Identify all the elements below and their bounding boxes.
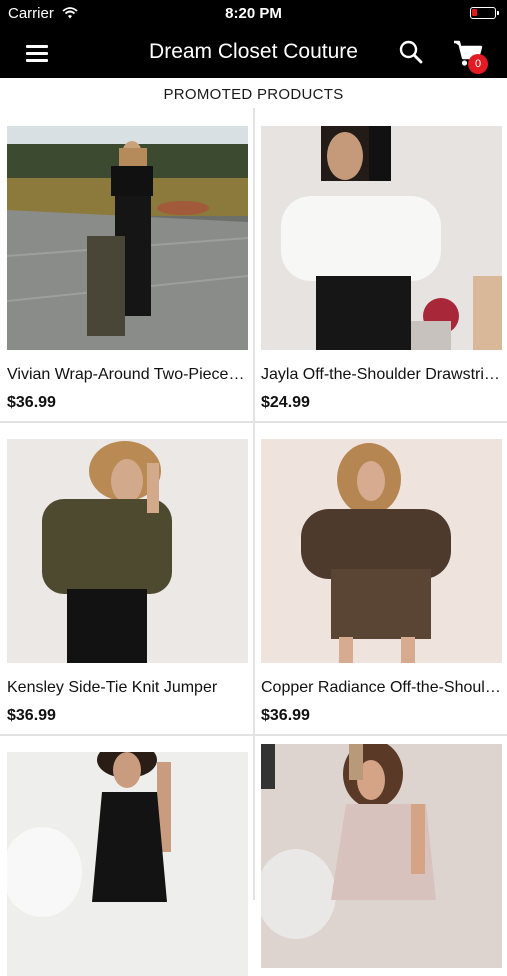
status-bar: Carrier 8:20 PM — [0, 0, 507, 28]
product-name: Copper Radiance Off-the-Shoulder Romper — [261, 679, 502, 696]
product-image — [7, 439, 248, 663]
grid-divider-vertical — [253, 108, 255, 900]
product-name: Vivian Wrap-Around Two-Piece Set — [7, 366, 248, 383]
product-image — [261, 744, 502, 968]
product-name: Jayla Off-the-Shoulder Drawstring Top — [261, 366, 502, 383]
search-button[interactable] — [397, 38, 425, 66]
product-image — [7, 752, 248, 976]
cart-count-badge: 0 — [468, 54, 488, 74]
product-price: $36.99 — [7, 394, 56, 411]
product-price: $36.99 — [7, 707, 56, 724]
app-header: Dream Closet Couture 0 — [0, 28, 507, 78]
grid-divider-horizontal — [0, 421, 507, 423]
section-title: PROMOTED PRODUCTS — [163, 86, 344, 103]
product-image — [7, 126, 248, 350]
app-title: Dream Closet Couture — [149, 40, 358, 63]
grid-divider-horizontal — [0, 734, 507, 736]
product-name: Kensley Side-Tie Knit Jumper — [7, 679, 218, 696]
product-price: $36.99 — [261, 707, 310, 724]
product-image — [261, 126, 502, 350]
search-icon — [399, 40, 423, 64]
battery-icon — [470, 7, 499, 19]
product-image — [261, 439, 502, 663]
product-price: $24.99 — [261, 394, 310, 411]
status-time: 8:20 PM — [225, 5, 282, 22]
